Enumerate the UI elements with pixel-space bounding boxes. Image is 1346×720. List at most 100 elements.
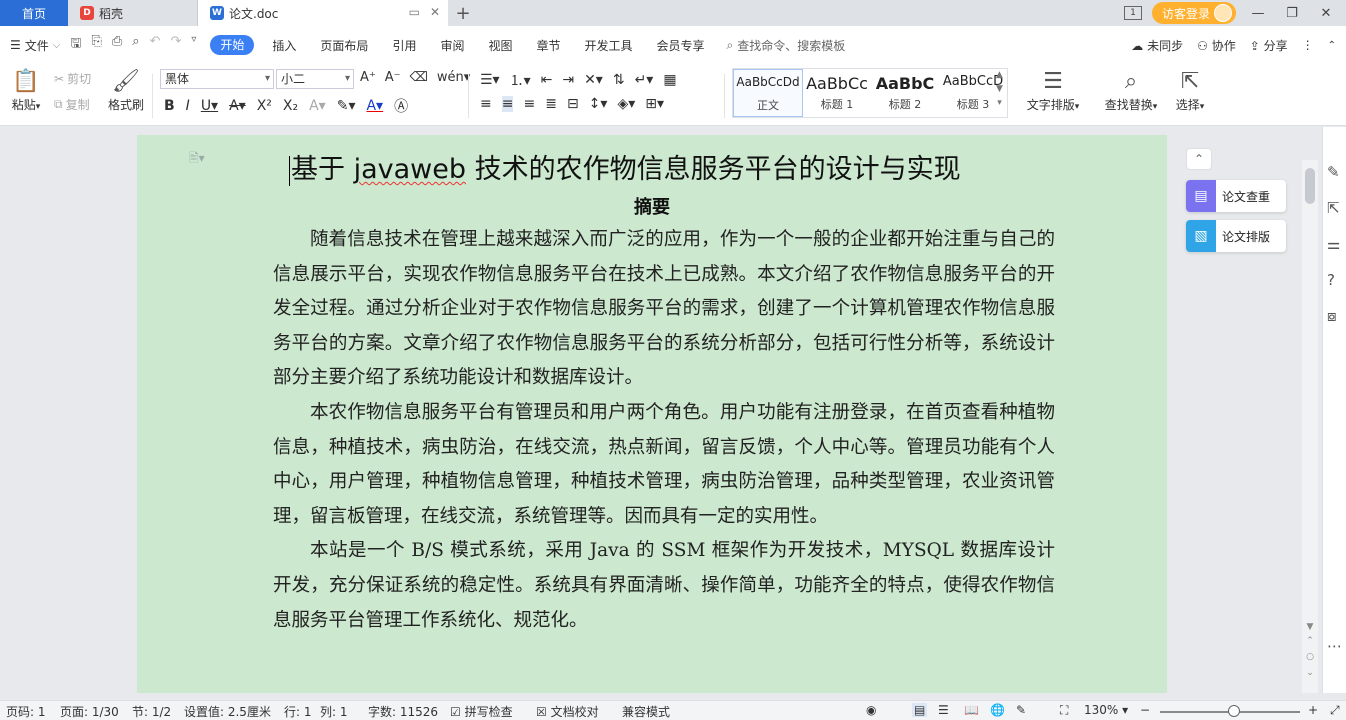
scroll-thumb[interactable] [1305, 168, 1315, 204]
help-icon[interactable]: ? [1327, 271, 1335, 289]
align-left-icon[interactable]: ≡ [480, 96, 492, 112]
highlight-icon[interactable]: ✎▾ [337, 98, 356, 114]
tab-references[interactable]: 引用 [380, 37, 428, 54]
collapse-ribbon-icon[interactable]: ⌃ [1328, 40, 1336, 51]
increase-indent-icon[interactable]: ⇥ [562, 72, 574, 88]
shading-icon[interactable]: ◈▾ [617, 96, 635, 112]
zoom-level[interactable]: 130% ▾ [1084, 703, 1128, 717]
text-effect-icon[interactable]: A▾ [309, 98, 326, 114]
align-center-icon[interactable]: ≡ [501, 96, 514, 112]
tab-review[interactable]: 审阅 [428, 37, 476, 54]
edit-icon[interactable]: ✎ [1327, 163, 1340, 181]
paper-layout-button[interactable]: ▧ 论文排版 [1186, 220, 1286, 252]
phonetic-icon[interactable]: wén▾ [437, 70, 470, 85]
print-icon[interactable]: ⎙ [112, 34, 122, 56]
tab-member[interactable]: 会员专享 [645, 37, 717, 54]
numbering-icon[interactable]: ⒈▾ [510, 70, 531, 90]
prev-page-icon[interactable]: ⌃ [1302, 636, 1318, 646]
command-search[interactable]: ⌕ 查找命令、搜索模板 [727, 37, 846, 54]
select-button[interactable]: ⇱ 选择▾ [1170, 68, 1210, 113]
sync-button[interactable]: ☁ 未同步 [1131, 37, 1183, 54]
adjust-icon[interactable]: ⚌ [1327, 235, 1340, 253]
document-body[interactable]: 随着信息技术在管理上越来越深入而广泛的应用，作为一个一般的企业都开始注重与自己的… [273, 223, 1055, 638]
collab-button[interactable]: ⚇ 协作 [1197, 37, 1236, 54]
share-button[interactable]: ⇪ 分享 [1250, 37, 1288, 54]
clear-format-icon[interactable]: ⌫ [410, 70, 428, 85]
zoom-slider-knob[interactable] [1228, 705, 1240, 717]
show-marks-icon[interactable]: ↵▾ [635, 72, 654, 88]
tab-view[interactable]: 视图 [476, 37, 524, 54]
style-heading-2[interactable]: AaBbC 标题 2 [871, 69, 939, 117]
customize-icon[interactable]: ▿ [191, 34, 196, 56]
distribute-icon[interactable]: ⊟ [567, 96, 579, 112]
justify-icon[interactable]: ≣ [545, 96, 557, 112]
strikethrough-icon[interactable]: A▾ [229, 98, 246, 114]
format-painter-button[interactable]: 🖌 格式刷 [106, 68, 146, 113]
window-mode-icon[interactable]: ▭ [409, 5, 420, 19]
section-info[interactable]: 节: 1/2 [132, 703, 171, 720]
fit-page-icon[interactable]: ⛶ [1060, 703, 1068, 718]
paragraph[interactable]: 本农作物信息服务平台有管理员和用户两个角色。用户功能有注册登录，在首页查看种植物… [273, 396, 1055, 534]
save-icon[interactable]: 🖫 [70, 34, 81, 56]
more-icon[interactable]: ⋮ [1302, 38, 1314, 52]
minimize-icon[interactable]: — [1246, 6, 1270, 21]
shrink-font-icon[interactable]: A⁻ [385, 70, 401, 85]
bullets-icon[interactable]: ☰▾ [480, 72, 500, 88]
tab-start[interactable]: 开始 [210, 35, 255, 55]
plagiarism-check-button[interactable]: ▤ 论文查重 [1186, 180, 1286, 212]
paragraph[interactable]: 随着信息技术在管理上越来越深入而广泛的应用，作为一个一般的企业都开始注重与自己的… [273, 223, 1055, 396]
bold-icon[interactable]: B [164, 98, 175, 114]
collapse-panel-icon[interactable]: ⌃ [1186, 148, 1212, 170]
setting-value[interactable]: 设置值: 2.5厘米 [184, 703, 271, 720]
char-border-icon[interactable]: Ⓐ [394, 96, 408, 116]
text-layout-button[interactable]: ☰ 文字排版▾ [1022, 68, 1084, 113]
page-number[interactable]: 页码: 1 [6, 703, 46, 720]
pen-icon[interactable]: ✎ [1016, 703, 1026, 717]
style-heading-1[interactable]: AaBbCc 标题 1 [803, 69, 871, 117]
undo-icon[interactable]: ↶ [150, 34, 161, 56]
cut-button[interactable]: ✂ 剪切 [54, 70, 91, 87]
window-count-icon[interactable]: 1 [1123, 6, 1142, 20]
document-page[interactable]: 🖹▾ 基于 javaweb 技术的农作物信息服务平台的设计与实现 摘要 随着信息… [137, 135, 1167, 693]
font-name-select[interactable]: 黑体 [160, 69, 274, 89]
superscript-icon[interactable]: X² [257, 98, 272, 114]
italic-icon[interactable]: I [186, 98, 190, 114]
print-preview-icon[interactable]: ⌕ [132, 34, 139, 56]
file-menu[interactable]: ☰ 文件 ⌵ [10, 37, 60, 54]
tab-developer[interactable]: 开发工具 [573, 37, 645, 54]
borders-icon[interactable]: ⊞▾ [645, 96, 664, 112]
restore-icon[interactable]: ❐ [1280, 6, 1304, 21]
tab-home[interactable]: 首页 [0, 0, 68, 26]
fullscreen-icon[interactable]: ⤢ [1330, 703, 1340, 718]
vertical-scrollbar[interactable]: ▼ ⌃ ○ ⌄ [1302, 160, 1318, 693]
document-title[interactable]: 基于 javaweb 技术的农作物信息服务平台的设计与实现 [289, 147, 1039, 186]
align-right-icon[interactable]: ≡ [523, 96, 535, 112]
visitor-login-button[interactable]: 访客登录 [1151, 2, 1236, 24]
web-view-icon[interactable]: 🌐 [990, 703, 1005, 717]
outline-view-icon[interactable]: ☰ [938, 703, 949, 717]
doc-proof-button[interactable]: ☒ 文档校对 [536, 703, 599, 720]
export-icon[interactable]: ⎘ [91, 34, 101, 56]
find-replace-button[interactable]: ⌕ 查找替换▾ [1100, 68, 1162, 113]
redo-icon[interactable]: ↷ [170, 34, 181, 56]
close-window-icon[interactable]: ✕ [1314, 6, 1338, 21]
zoom-out-icon[interactable]: − [1140, 703, 1150, 717]
spell-check-button[interactable]: ☑ 拼写检查 [450, 703, 513, 720]
grow-font-icon[interactable]: A⁺ [360, 70, 376, 85]
underline-icon[interactable]: U▾ [201, 98, 218, 114]
sort-icon[interactable]: ⇅ [613, 72, 625, 88]
page-view-icon[interactable]: ▤ [912, 703, 928, 717]
doc-outline-icon[interactable]: 🖹▾ [189, 149, 205, 170]
scroll-down-icon[interactable]: ▼ [1302, 622, 1318, 632]
decrease-indent-icon[interactable]: ⇤ [541, 72, 553, 88]
paragraph[interactable]: 本站是一个 B/S 模式系统，采用 Java 的 SSM 框架作为开发技术，MY… [273, 534, 1055, 638]
more-tools-icon[interactable]: ⋯ [1327, 637, 1342, 655]
page-count[interactable]: 页面: 1/30 [60, 703, 119, 720]
pointer-icon[interactable]: ⇱ [1327, 199, 1340, 217]
tools-icon[interactable]: ⧇ [1327, 307, 1337, 325]
close-tab-icon[interactable]: ✕ [430, 5, 440, 19]
word-count[interactable]: 字数: 11526 [368, 703, 438, 720]
font-color-icon[interactable]: A▾ [366, 98, 383, 114]
new-tab-button[interactable]: + [448, 0, 478, 26]
ruler-icon[interactable]: ▦ [663, 72, 676, 88]
